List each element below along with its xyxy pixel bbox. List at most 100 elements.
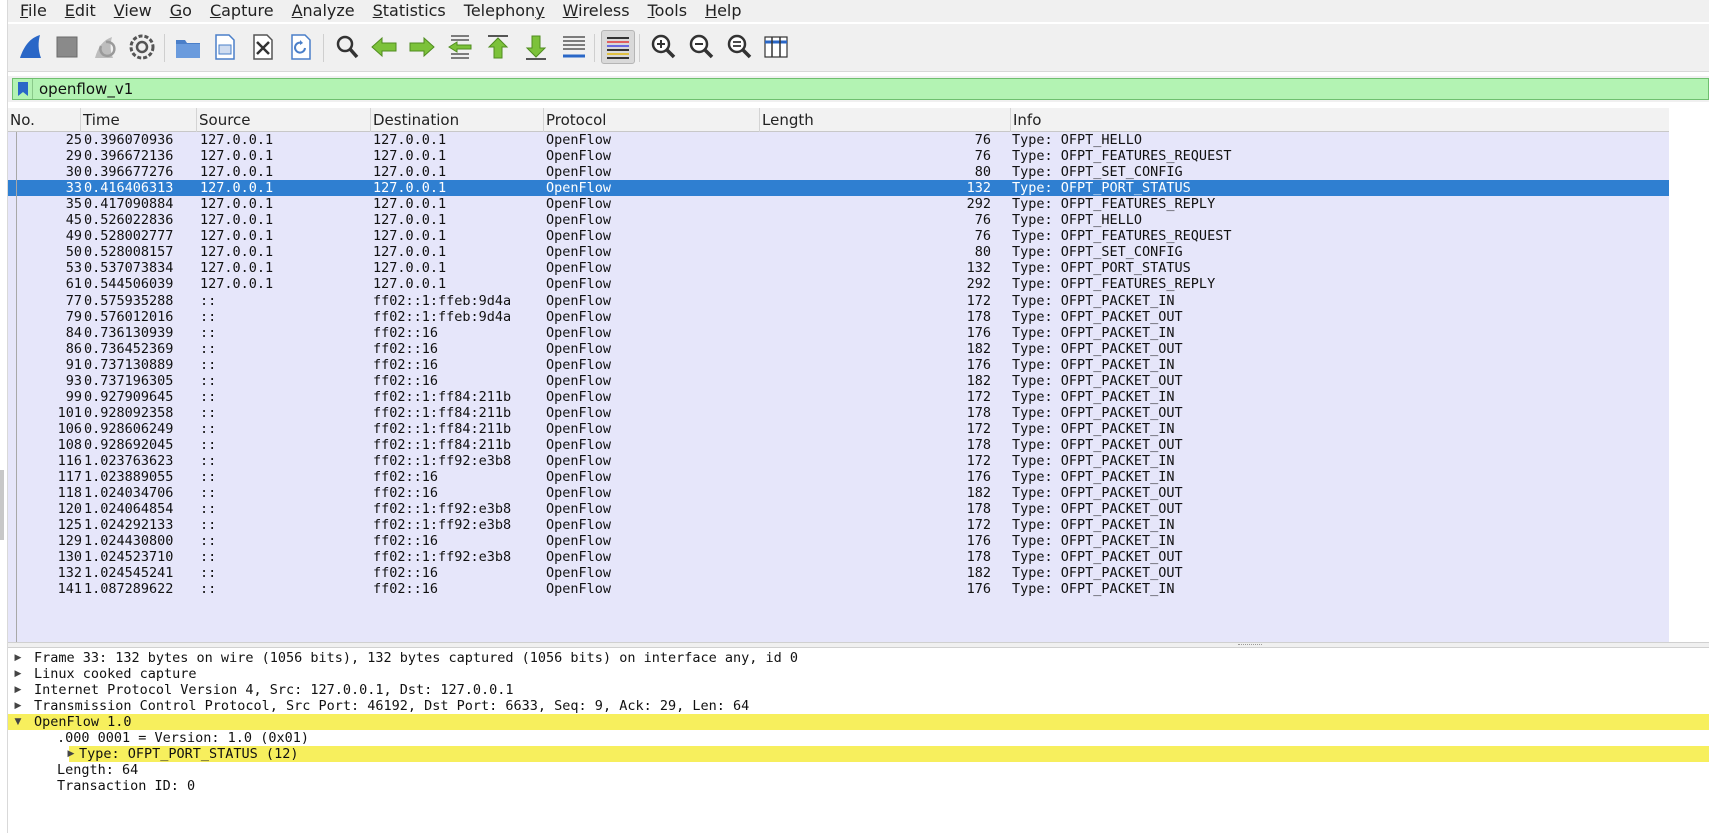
- packet-row[interactable]: 130 1.024523710:: ff02::1:ff92:e3b8 OpenFlo…: [8, 549, 1669, 565]
- stop-square-icon[interactable]: [50, 30, 84, 64]
- packet-row[interactable]: 125 1.024292133:: ff02::1:ff92:e3b8 OpenFlo…: [8, 517, 1669, 533]
- column-header-no[interactable]: No.: [8, 108, 81, 132]
- packet-row[interactable]: 79 0.576012016:: ff02::1:ffeb:9d4a OpenFlow…: [8, 309, 1669, 325]
- zoom-in-icon[interactable]: [646, 30, 680, 64]
- packet-cell-destination: 127.0.0.1: [373, 244, 447, 261]
- normal-size-icon[interactable]: [722, 30, 756, 64]
- autoscroll-icon[interactable]: [557, 30, 591, 64]
- packet-row[interactable]: 77 0.575935288:: ff02::1:ffeb:9d4a OpenFlow…: [8, 293, 1669, 309]
- column-header-destination[interactable]: Destination: [371, 108, 544, 132]
- collapsed-arrow-icon[interactable]: ▶: [12, 666, 24, 682]
- menu-telephony[interactable]: Telephony: [452, 1, 551, 21]
- packet-row[interactable]: 118 1.024034706:: ff02::16 OpenFlow 182 Type:…: [8, 485, 1669, 501]
- menu-wireless[interactable]: Wireless: [551, 1, 636, 21]
- collapsed-arrow-icon[interactable]: ▶: [65, 746, 77, 762]
- menu-file[interactable]: File: [8, 1, 53, 21]
- detail-tree-item[interactable]: ▶ Transmission Control Protocol, Src Port…: [8, 698, 1709, 714]
- menu-analyze[interactable]: Analyze: [280, 1, 361, 21]
- packet-row[interactable]: 50 0.528008157 127.0.0.1 127.0.0.1 OpenFlow 8…: [8, 244, 1669, 260]
- packet-row[interactable]: 61 0.544506039 127.0.0.1 127.0.0.1 OpenFlow 2…: [8, 276, 1669, 292]
- go-to-first-packet-icon[interactable]: [481, 30, 515, 64]
- packet-row[interactable]: 132 1.024545241:: ff02::16 OpenFlow 182 Type:…: [8, 565, 1669, 581]
- detail-tree-item[interactable]: Length: 64: [8, 762, 1709, 778]
- column-header-length[interactable]: Length: [760, 108, 1011, 132]
- packet-row[interactable]: 116 1.023763623:: ff02::1:ff92:e3b8 OpenFlo…: [8, 453, 1669, 469]
- packet-list-body: 25 0.396070936 127.0.0.1 127.0.0.1 OpenFlow 7…: [8, 132, 1669, 642]
- packet-row[interactable]: 30 0.396677276 127.0.0.1 127.0.0.1 OpenFlow 8…: [8, 164, 1669, 180]
- menu-capture[interactable]: Capture: [198, 1, 280, 21]
- packet-row[interactable]: 93 0.737196305:: ff02::16 OpenFlow 182 Type: …: [8, 373, 1669, 389]
- go-to-last-packet-icon[interactable]: [519, 30, 553, 64]
- go-back-arrow-icon[interactable]: [367, 30, 401, 64]
- column-header-protocol[interactable]: Protocol: [544, 108, 760, 132]
- packet-row[interactable]: 117 1.023889055:: ff02::16 OpenFlow 176 Type:…: [8, 469, 1669, 485]
- go-to-packet-icon[interactable]: [443, 30, 477, 64]
- detail-tree-item[interactable]: ▶ Type: OFPT_PORT_STATUS (12): [68, 746, 1709, 763]
- packet-row[interactable]: 84 0.736130939:: ff02::16 OpenFlow 176 Type: …: [8, 325, 1669, 341]
- shark-fin-start-icon[interactable]: [14, 30, 48, 64]
- reload-file-icon[interactable]: [284, 30, 318, 64]
- go-forward-arrow-icon[interactable]: [405, 30, 439, 64]
- packet-cell-source: ::: [200, 404, 217, 421]
- packet-cell-source: 127.0.0.1: [200, 244, 274, 261]
- detail-tree-item[interactable]: ▼ OpenFlow 1.0: [8, 714, 1709, 731]
- collapsed-arrow-icon[interactable]: ▶: [12, 698, 24, 714]
- colorize-lines-icon[interactable]: [601, 30, 635, 64]
- splitter-grip[interactable]: [1238, 644, 1262, 646]
- packet-cell-destination: ff02::1:ff92:e3b8: [373, 453, 512, 469]
- detail-tree-item[interactable]: .000 0001 = Version: 1.0 (0x01): [8, 730, 1709, 746]
- packet-row[interactable]: 141 1.087289622:: ff02::16 OpenFlow 176 Type:…: [8, 581, 1669, 597]
- menu-tools[interactable]: Tools: [636, 1, 693, 21]
- column-header-info[interactable]: Info: [1011, 108, 1669, 132]
- packet-row[interactable]: 101 0.928092358:: ff02::1:ff84:211b OpenFlo…: [8, 405, 1669, 421]
- collapsed-arrow-icon[interactable]: ▶: [12, 682, 24, 698]
- menu-edit[interactable]: Edit: [53, 1, 102, 21]
- packet-row[interactable]: 53 0.537073834 127.0.0.1 127.0.0.1 OpenFlow 1…: [8, 260, 1669, 276]
- packet-row[interactable]: 129 1.024430800:: ff02::16 OpenFlow 176 Type:…: [8, 533, 1669, 549]
- packet-list-scroll-area[interactable]: [1669, 108, 1709, 642]
- menu-view[interactable]: View: [102, 1, 158, 21]
- find-packet-magnifier-icon[interactable]: [330, 30, 364, 64]
- column-header-time[interactable]: Time: [81, 108, 197, 132]
- edge-notch: [0, 470, 4, 540]
- close-file-icon[interactable]: [246, 30, 280, 64]
- packet-row[interactable]: 99 0.927909645:: ff02::1:ff84:211b OpenFlow…: [8, 389, 1669, 405]
- packet-row[interactable]: 108 0.928692045:: ff02::1:ff84:211b OpenFlo…: [8, 437, 1669, 453]
- detail-tree-item[interactable]: ▶ Internet Protocol Version 4, Src: 127.0…: [8, 682, 1709, 698]
- column-header-source[interactable]: Source: [197, 108, 371, 132]
- collapsed-arrow-icon[interactable]: ▶: [12, 650, 24, 666]
- zoom-out-icon[interactable]: [684, 30, 718, 64]
- packet-row[interactable]: 49 0.528002777 127.0.0.1 127.0.0.1 OpenFlow 7…: [8, 228, 1669, 244]
- detail-tree-item[interactable]: Transaction ID: 0: [8, 778, 1709, 794]
- packet-cell-protocol: OpenFlow: [546, 404, 612, 421]
- menu-statistics[interactable]: Statistics: [361, 1, 452, 21]
- packet-row[interactable]: 35 0.417090884 127.0.0.1 127.0.0.1 OpenFlow 2…: [8, 196, 1669, 212]
- menu-help[interactable]: Help: [693, 1, 747, 21]
- packet-cell-length: 176: [966, 533, 991, 550]
- filter-bookmark-icon[interactable]: [13, 79, 33, 99]
- packet-cell-length: 76: [974, 148, 991, 165]
- open-folder-icon[interactable]: [171, 30, 205, 64]
- menu-go[interactable]: Go: [158, 1, 198, 21]
- packet-row[interactable]: 25 0.396070936 127.0.0.1 127.0.0.1 OpenFlow 7…: [8, 132, 1669, 148]
- packet-row[interactable]: 106 0.928606249:: ff02::1:ff84:211b OpenFlo…: [8, 421, 1669, 437]
- detail-tree-item[interactable]: ▶ Frame 33: 132 bytes on wire (1056 bits)…: [8, 650, 1709, 666]
- packet-cell-time: 1.024523710: [84, 549, 174, 566]
- packet-row[interactable]: 33 0.416406313 127.0.0.1 127.0.0.1 OpenFlow 1…: [8, 180, 1669, 197]
- packet-cell-info: Type: OFPT_PACKET_IN: [1012, 388, 1175, 405]
- packet-row[interactable]: 45 0.526022836 127.0.0.1 127.0.0.1 OpenFlow 7…: [8, 212, 1669, 228]
- restart-capture-icon[interactable]: [88, 30, 122, 64]
- packet-row[interactable]: 91 0.737130889:: ff02::16 OpenFlow 176 Type: …: [8, 357, 1669, 373]
- packet-row[interactable]: 120 1.024064854:: ff02::1:ff92:e3b8 OpenFlo…: [8, 501, 1669, 517]
- packet-row[interactable]: 29 0.396672136 127.0.0.1 127.0.0.1 OpenFlow 7…: [8, 148, 1669, 164]
- packet-cell-protocol: OpenFlow: [546, 180, 612, 197]
- capture-options-gear-icon[interactable]: [125, 30, 159, 64]
- packet-row[interactable]: 86 0.736452369:: ff02::16 OpenFlow 182 Type: …: [8, 341, 1669, 357]
- expanded-arrow-icon[interactable]: ▼: [12, 714, 24, 730]
- resize-columns-icon[interactable]: [759, 30, 793, 64]
- packet-cell-time: 0.736130939: [84, 324, 174, 341]
- detail-tree-item[interactable]: ▶ Linux cooked capture: [8, 666, 1709, 682]
- detail-text: Transaction ID: 0: [57, 778, 196, 795]
- display-filter-input[interactable]: openflow_v1: [12, 78, 1709, 100]
- save-file-icon[interactable]: [208, 30, 242, 64]
